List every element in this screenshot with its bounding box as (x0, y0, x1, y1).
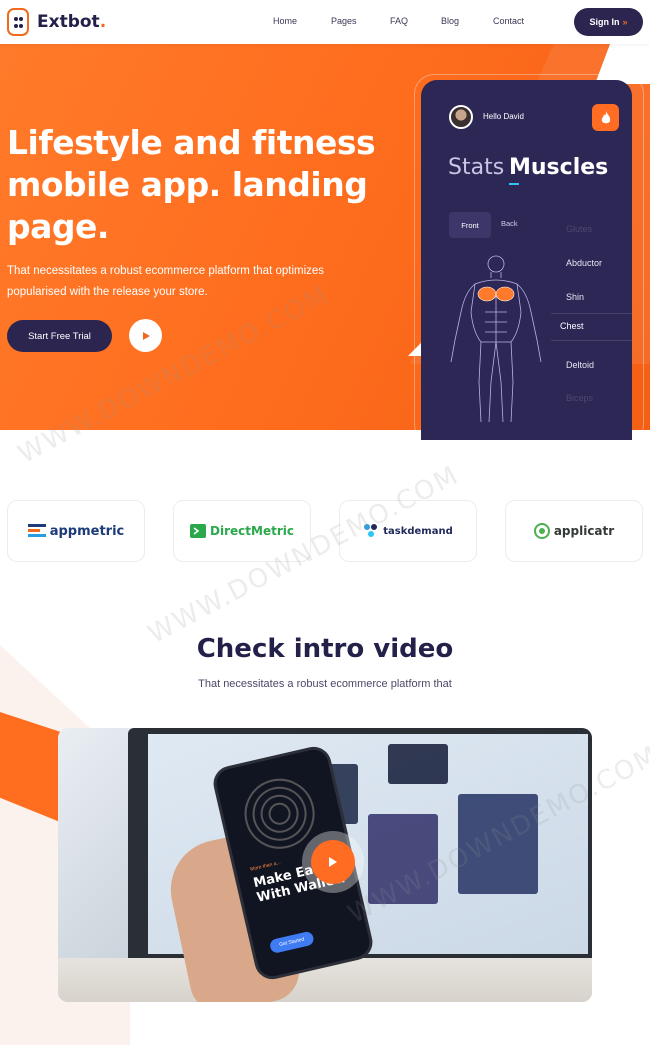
muscle-item-glutes[interactable]: Glutes (566, 224, 592, 234)
muscle-item-chest[interactable]: Chest (560, 321, 584, 331)
avatar (449, 105, 473, 129)
hero-title: Lifestyle and fitness mobile app. landin… (7, 123, 376, 246)
phone-get-started-button: Get Started (268, 930, 315, 955)
partner-logo-directmetric[interactable]: DirectMetric (173, 500, 311, 562)
play-icon (328, 856, 338, 868)
section-subtitle: That necessitates a robust ecommerce pla… (198, 678, 452, 690)
brand-logo[interactable]: Extbot. (7, 8, 106, 36)
partner-name: applicatr (553, 524, 615, 538)
flame-icon[interactable] (592, 104, 619, 131)
intro-video[interactable]: More than a... Make Easier With Wallet. … (58, 728, 592, 1002)
video-play-inner (311, 840, 355, 884)
greeting-text: Hello David (483, 112, 524, 121)
brand-name: Extbot. (37, 12, 107, 32)
taskdemand-logo-icon (364, 524, 378, 537)
nav-home[interactable]: Home (273, 16, 297, 26)
hero-play-button[interactable] (129, 319, 162, 352)
partner-logo-applicatr[interactable]: applicatr (505, 500, 643, 562)
muscle-item-biceps[interactable]: Biceps (566, 393, 593, 403)
sign-in-label: Sign In (589, 17, 620, 27)
nav-contact[interactable]: Contact (493, 16, 524, 26)
view-back-button[interactable]: Back (501, 219, 518, 228)
sign-in-button[interactable]: Sign In » (574, 8, 643, 36)
partner-logo-appmetric[interactable]: appmetric (7, 500, 145, 562)
hero-subtitle: That necessitates a robust ecommerce pla… (7, 265, 325, 298)
section-title: Check intro video (196, 634, 454, 664)
partner-logo-taskdemand[interactable]: taskdemand (339, 500, 477, 562)
double-chevron-right-icon: » (622, 17, 628, 27)
nav-blog[interactable]: Blog (441, 16, 459, 26)
start-free-trial-button[interactable]: Start Free Trial (7, 320, 112, 352)
fitness-app-mockup: Hello David Stats Muscles Front Back Glu… (421, 80, 632, 440)
view-front-button[interactable]: Front (449, 212, 491, 238)
play-icon (143, 331, 150, 340)
site-header: Extbot. Home Pages FAQ Blog Contact Sign… (0, 0, 650, 44)
nav-faq[interactable]: FAQ (390, 16, 408, 26)
tab-muscles[interactable]: Muscles (509, 155, 608, 180)
applicatr-logo-icon (533, 523, 550, 539)
appmetric-logo-icon (27, 524, 46, 537)
partner-name: DirectMetric (210, 524, 294, 538)
muscle-item-abductor[interactable]: Abductor (566, 258, 602, 268)
partner-name: appmetric (49, 523, 125, 539)
video-play-button[interactable] (302, 831, 364, 893)
muscle-item-shin[interactable]: Shin (566, 292, 584, 302)
tab-stats[interactable]: Stats (448, 155, 504, 180)
partner-name: taskdemand (383, 525, 453, 537)
logo-mark-icon (7, 8, 29, 36)
directmetric-logo-icon (190, 524, 207, 538)
body-anatomy-illustration (450, 255, 542, 423)
active-tab-indicator (509, 183, 519, 185)
muscle-item-deltoid[interactable]: Deltoid (566, 360, 594, 370)
nav-pages[interactable]: Pages (331, 16, 357, 26)
